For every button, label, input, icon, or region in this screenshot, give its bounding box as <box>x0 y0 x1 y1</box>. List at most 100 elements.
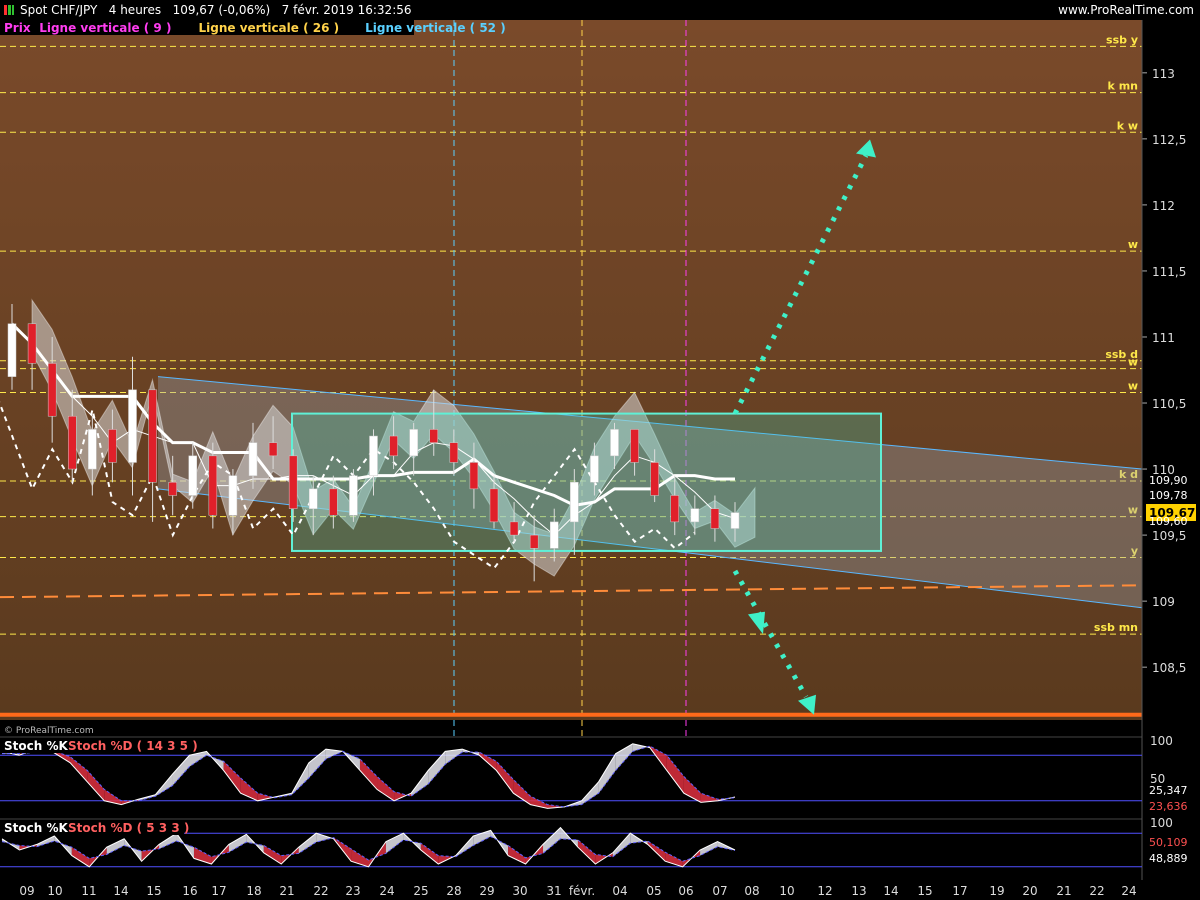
candle-body <box>509 521 519 536</box>
x-tick-label: 07 <box>712 884 727 898</box>
stoch-title: Stoch %K <box>4 821 68 835</box>
x-tick-label: 17 <box>211 884 226 898</box>
legend-item: Ligne verticale ( 52 ) <box>365 21 506 35</box>
price-axis-bg <box>1142 20 1200 720</box>
stoch-y-tick-label: 100 <box>1150 734 1173 748</box>
chart-canvas[interactable]: ssb yk mnk wwssb dwwk dwyssb mn 113112,5… <box>0 0 1200 900</box>
candle-body <box>610 429 619 457</box>
candle-body <box>248 442 258 476</box>
x-tick-label: 24 <box>1121 884 1136 898</box>
x-tick-label: 09 <box>19 884 34 898</box>
stoch-subtitle: Stoch %D ( 5 3 3 ) <box>68 821 189 835</box>
x-tick-label: 05 <box>646 884 661 898</box>
candle-body <box>329 488 338 516</box>
candle-body <box>529 534 539 549</box>
x-tick-label: 19 <box>989 884 1004 898</box>
candle-body <box>228 475 238 516</box>
legend-item: Ligne verticale ( 26 ) <box>199 21 340 35</box>
price-label: 109,78 <box>1149 489 1188 502</box>
y-tick-label: 112,5 <box>1152 133 1186 147</box>
y-tick-label: 113 <box>1152 67 1175 81</box>
y-tick-label: 111 <box>1152 331 1175 345</box>
candle-body <box>389 435 398 457</box>
x-tick-label: 22 <box>313 884 328 898</box>
x-tick-label: 25 <box>413 884 428 898</box>
candle-body <box>670 495 679 523</box>
y-tick-label: 109,5 <box>1152 529 1186 543</box>
watermark: © ProRealTime.com <box>4 726 94 736</box>
level-label: w <box>1128 238 1138 251</box>
stoch-last-label: 25,347 <box>1149 784 1188 797</box>
level-label: ssb y <box>1106 33 1138 46</box>
x-tick-label: 10 <box>47 884 62 898</box>
stoch-last-label: 48,889 <box>1149 852 1188 865</box>
y-tick-label: 112 <box>1152 199 1175 213</box>
candle-body <box>309 488 318 509</box>
stoch-title: Stoch %K <box>4 739 68 753</box>
candle-body <box>68 415 77 470</box>
price-label: 109,60 <box>1149 515 1188 528</box>
candle-body <box>650 462 659 496</box>
candle-body <box>730 512 740 529</box>
candle-body <box>188 455 197 496</box>
y-tick-label: 108,5 <box>1152 661 1186 675</box>
x-tick-label: févr. <box>569 884 595 898</box>
level-label: w <box>1128 379 1138 392</box>
candle-body <box>168 482 177 496</box>
x-tick-label: 15 <box>917 884 932 898</box>
level-label: w <box>1128 356 1138 369</box>
x-tick-label: 14 <box>883 884 898 898</box>
x-tick-label: 29 <box>479 884 494 898</box>
candle-body <box>690 508 700 523</box>
candle-body <box>630 429 639 463</box>
x-tick-label: 24 <box>379 884 394 898</box>
x-tick-label: 17 <box>952 884 967 898</box>
x-tick-label: 11 <box>81 884 96 898</box>
candle-body <box>208 455 218 516</box>
x-tick-label: 20 <box>1022 884 1037 898</box>
candle-body <box>108 429 117 463</box>
x-tick-label: 04 <box>612 884 627 898</box>
candle-body <box>469 462 479 490</box>
x-tick-label: 21 <box>279 884 294 898</box>
stoch-subtitle: Stoch %D ( 14 3 5 ) <box>68 739 198 753</box>
x-tick-label: 18 <box>246 884 261 898</box>
x-tick-label: 21 <box>1056 884 1071 898</box>
candle-body <box>268 442 278 457</box>
candle-body <box>128 389 137 463</box>
x-tick-label: 15 <box>146 884 161 898</box>
y-tick-label: 111,5 <box>1152 265 1186 279</box>
stoch-last-label: 50,109 <box>1149 836 1188 849</box>
x-tick-label: 13 <box>851 884 866 898</box>
x-tick-label: 31 <box>546 884 561 898</box>
candle-body <box>369 435 378 476</box>
x-tick-label: 08 <box>744 884 759 898</box>
price-panel-bg <box>0 20 1142 720</box>
candle-body <box>148 389 157 483</box>
candle-body <box>449 442 459 463</box>
y-tick-label: 110,5 <box>1152 397 1186 411</box>
level-label: k mn <box>1108 80 1138 93</box>
stoch-last-label: 23,636 <box>1149 800 1188 813</box>
x-tick-label: 06 <box>678 884 693 898</box>
level-label: k w <box>1117 119 1138 132</box>
price-label: 109,90 <box>1149 474 1188 487</box>
stoch-y-tick-label: 100 <box>1150 816 1173 830</box>
x-tick-label: 23 <box>345 884 360 898</box>
x-tick-label: 22 <box>1089 884 1104 898</box>
legend-item: Ligne verticale ( 9 ) <box>39 21 171 35</box>
x-tick-label: 14 <box>113 884 128 898</box>
candle-body <box>47 363 57 417</box>
x-tick-label: 12 <box>817 884 832 898</box>
candle-body <box>570 482 579 523</box>
x-tick-label: 30 <box>512 884 527 898</box>
candle-body <box>7 323 17 377</box>
level-label: ssb mn <box>1094 621 1138 634</box>
x-tick-label: 28 <box>446 884 461 898</box>
x-tick-label: 10 <box>779 884 794 898</box>
range-box <box>291 412 882 552</box>
candle-body <box>550 521 559 549</box>
candle-body <box>409 429 418 457</box>
candle-body <box>27 323 37 364</box>
x-axis-bg <box>0 880 1200 900</box>
